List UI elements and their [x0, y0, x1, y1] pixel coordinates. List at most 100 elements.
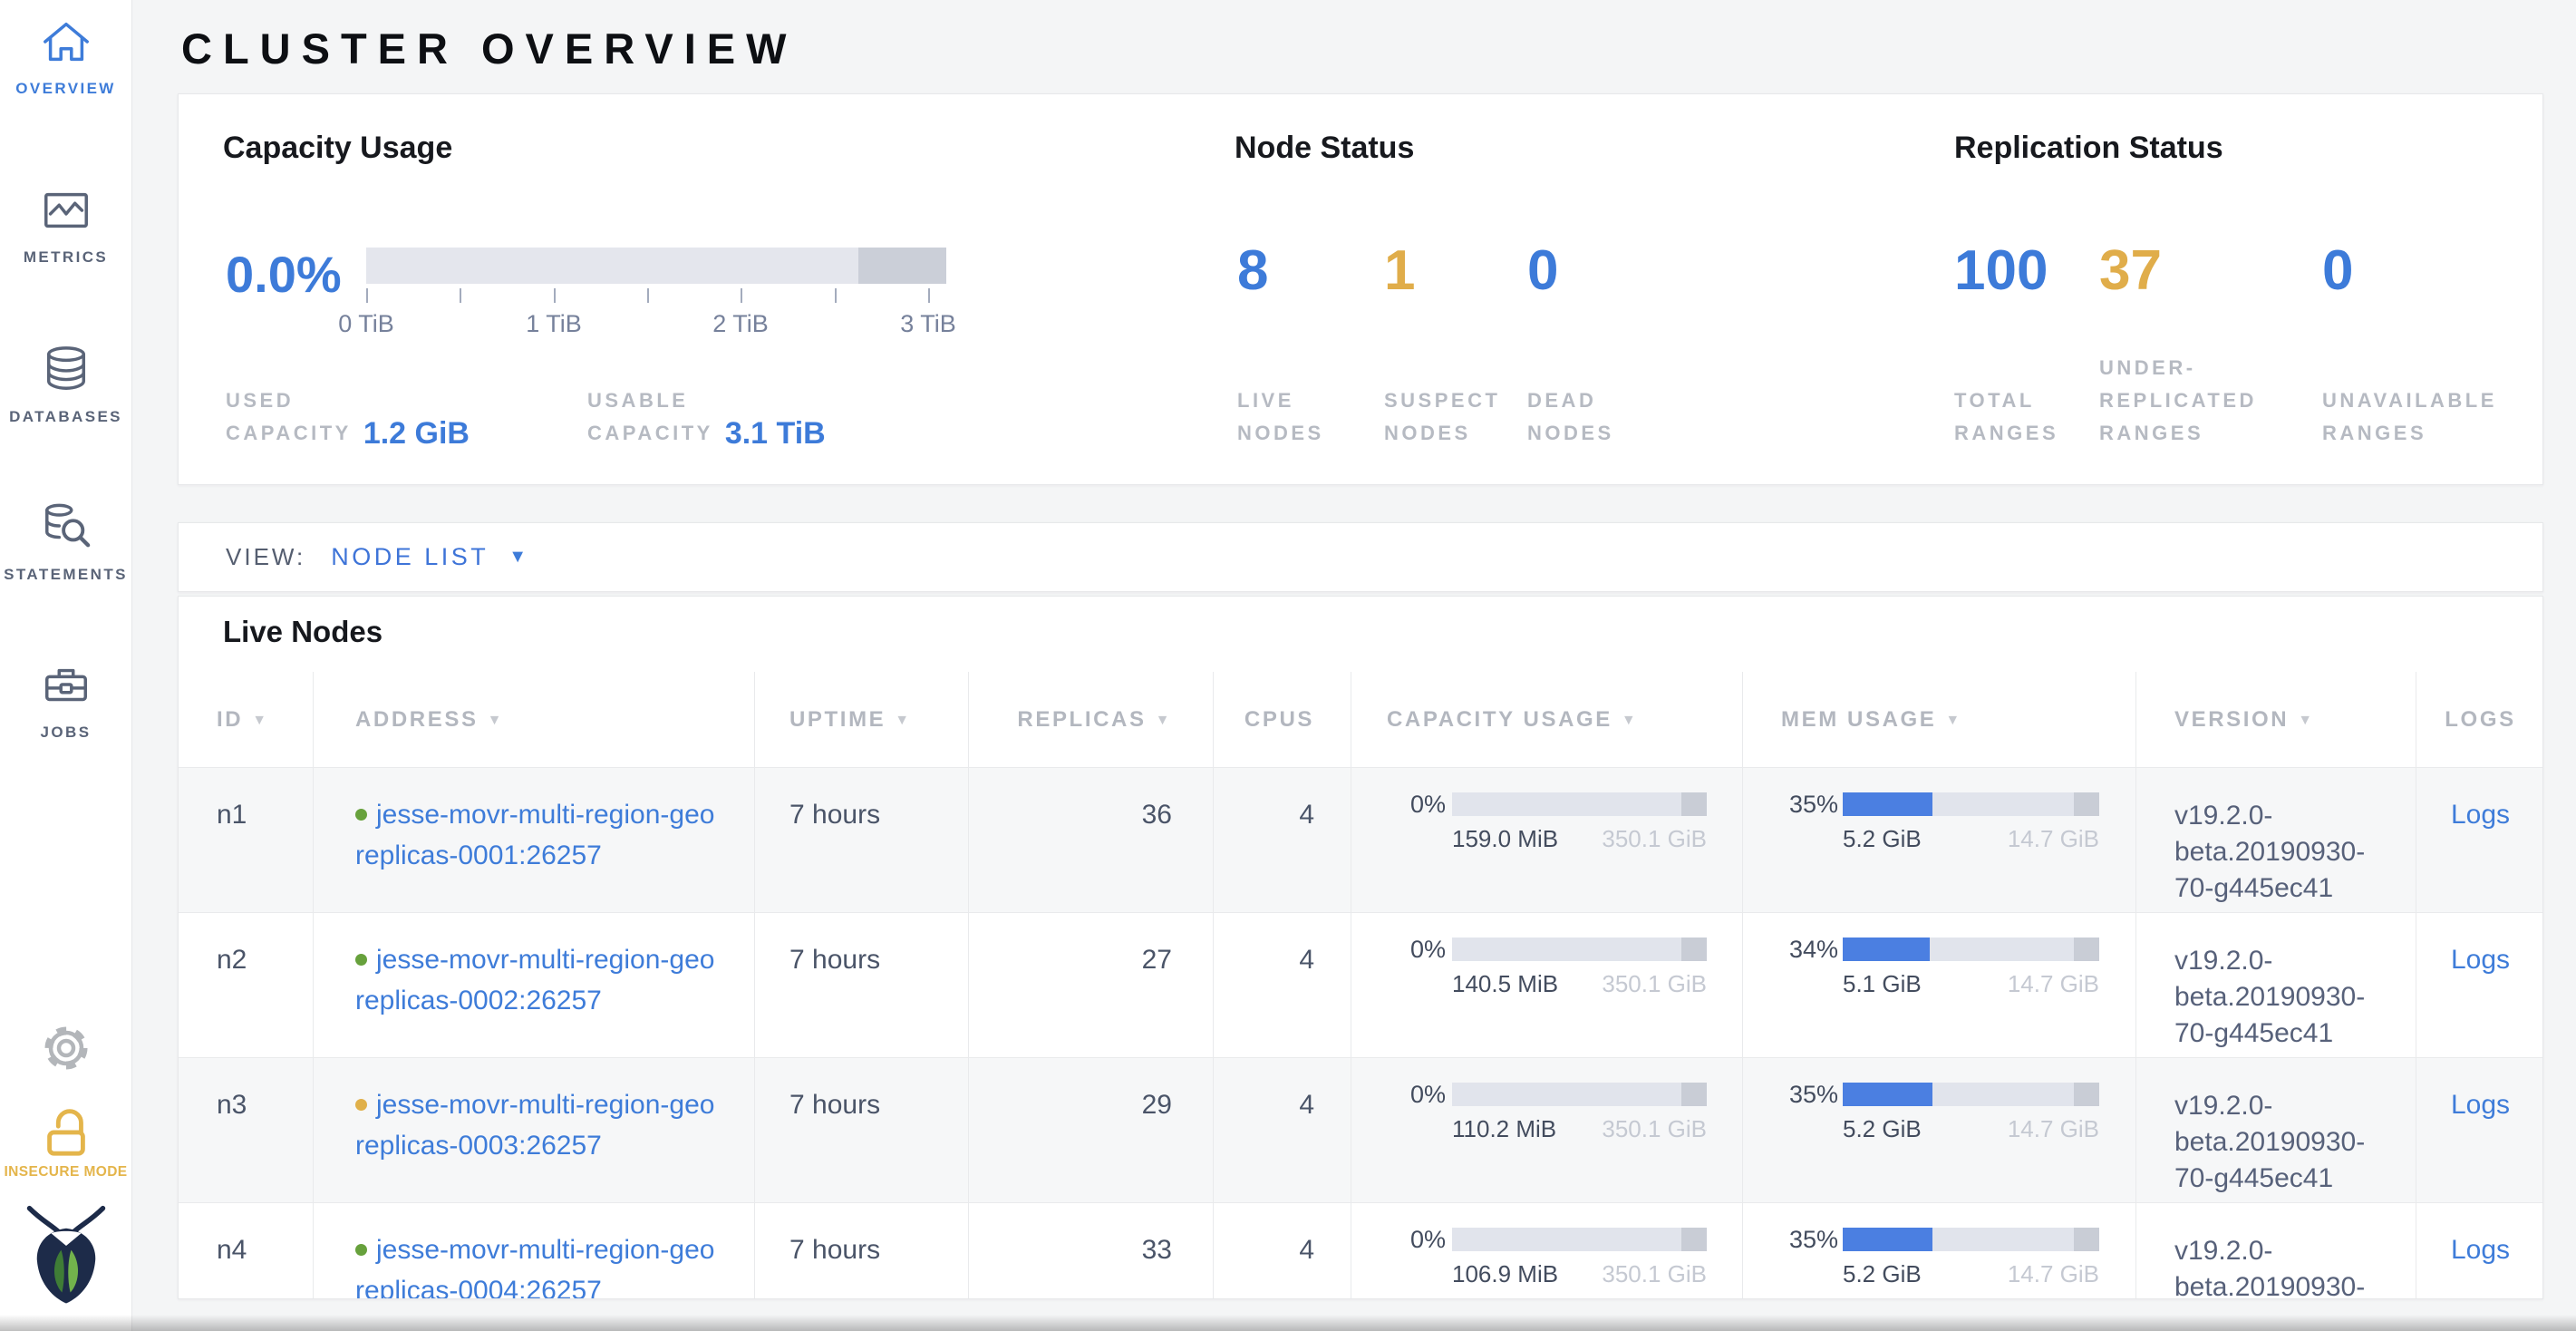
column-header-capacity-usage[interactable]: CAPACITY USAGE▼: [1351, 672, 1743, 767]
node-address-link[interactable]: jesse-movr-multi-region-geo replicas-000…: [355, 1090, 714, 1161]
mem-used: 5.2 GiB: [1843, 824, 1922, 853]
capacity-bar: [366, 248, 946, 284]
unlock-icon: [0, 1103, 131, 1159]
table-row: n1 jesse-movr-multi-region-geo replicas-…: [179, 767, 2543, 912]
status-dot: [355, 954, 367, 966]
used-capacity-value: 1.2 GiB: [363, 416, 470, 452]
logs-link[interactable]: Logs: [2451, 1090, 2510, 1120]
sidebar-item-databases[interactable]: DATABASES: [0, 345, 131, 426]
node-replicas: 33: [969, 1203, 1214, 1299]
column-header-id[interactable]: ID▼: [179, 672, 314, 767]
node-capacity-cell: 0% 140.5 MiB350.1 GiB: [1351, 913, 1743, 1057]
capacity-axis: [366, 288, 946, 303]
insecure-mode-label: INSECURE MODE: [0, 1164, 131, 1180]
node-uptime: 7 hours: [755, 1203, 969, 1299]
status-dot: [355, 1099, 367, 1111]
cluster-summary-card: Capacity Usage 0.0% 0 TiB 1 TiB 2 TiB 3 …: [178, 93, 2543, 485]
capacity-percent: 0%: [1351, 792, 1446, 817]
mem-meter: [1843, 1083, 2099, 1106]
node-uptime: 7 hours: [755, 913, 969, 1057]
mem-meter: [1843, 938, 2099, 961]
node-cpus: 4: [1214, 913, 1351, 1057]
view-selector[interactable]: NODE LIST: [331, 543, 489, 571]
mem-used: 5.2 GiB: [1843, 1114, 1922, 1143]
column-header-replicas[interactable]: REPLICAS▼: [969, 672, 1214, 767]
database-icon: [0, 345, 131, 393]
table-row: n2 jesse-movr-multi-region-geo replicas-…: [179, 912, 2543, 1057]
node-logs-cell: Logs: [2416, 1203, 2543, 1299]
logs-link[interactable]: Logs: [2451, 945, 2510, 975]
suspect-nodes-label: SUSPECT NODES: [1384, 384, 1500, 450]
node-id: n4: [179, 1203, 314, 1299]
node-version-cell: v19.2.0- beta.20190930- 70-g445ec41: [2136, 913, 2416, 1057]
total-ranges-label: TOTAL RANGES: [1954, 384, 2058, 450]
capacity-usage-title: Capacity Usage: [223, 131, 452, 166]
capacity-total: 350.1 GiB: [1602, 824, 1707, 853]
logs-link[interactable]: Logs: [2451, 1235, 2510, 1265]
under-replicated-ranges-count: 37: [2099, 239, 2162, 303]
chevron-down-icon[interactable]: ▼: [508, 547, 527, 568]
capacity-meter: [1452, 792, 1707, 816]
table-row: n4 jesse-movr-multi-region-geo replicas-…: [179, 1202, 2543, 1299]
sidebar-item-statements[interactable]: STATEMENTS: [0, 502, 131, 584]
node-logs-cell: Logs: [2416, 913, 2543, 1057]
suspect-nodes-count: 1: [1384, 239, 1415, 303]
sidebar: OVERVIEW METRICS DATABASES: [0, 0, 132, 1331]
column-header-uptime[interactable]: UPTIME▼: [755, 672, 969, 767]
under-replicated-ranges-label: UNDER- REPLICATED RANGES: [2099, 352, 2257, 450]
live-nodes-label: LIVE NODES: [1237, 384, 1324, 450]
capacity-used: 106.9 MiB: [1452, 1259, 1558, 1288]
live-nodes-count: 8: [1237, 239, 1268, 303]
table-header-row: ID▼ ADDRESS▼ UPTIME▼ REPLICAS▼ CPUS CAPA…: [179, 672, 2543, 767]
table-row: n3 jesse-movr-multi-region-geo replicas-…: [179, 1057, 2543, 1202]
node-address-link[interactable]: jesse-movr-multi-region-geo replicas-000…: [355, 800, 714, 870]
home-icon: [0, 18, 131, 65]
mem-total: 14.7 GiB: [2008, 1114, 2099, 1143]
column-header-cpus: CPUS: [1214, 672, 1351, 767]
insecure-mode-indicator[interactable]: INSECURE MODE: [0, 1103, 131, 1180]
capacity-percent: 0.0%: [226, 245, 342, 304]
logs-link[interactable]: Logs: [2451, 800, 2510, 830]
sidebar-item-overview[interactable]: OVERVIEW: [0, 18, 131, 98]
capacity-meter: [1452, 1228, 1707, 1251]
sort-desc-icon: ▼: [2298, 713, 2314, 728]
column-header-address[interactable]: ADDRESS▼: [314, 672, 755, 767]
node-logs-cell: Logs: [2416, 768, 2543, 912]
usable-capacity-stat: USABLE CAPACITY 3.1 TiB: [587, 384, 826, 450]
view-bar: VIEW: NODE LIST ▼: [178, 522, 2543, 592]
sidebar-item-label: JOBS: [0, 724, 131, 742]
node-capacity-cell: 0% 110.2 MiB350.1 GiB: [1351, 1058, 1743, 1202]
sidebar-item-metrics[interactable]: METRICS: [0, 187, 131, 267]
node-replicas: 27: [969, 913, 1214, 1057]
replication-status-title: Replication Status: [1954, 131, 2223, 166]
node-id: n2: [179, 913, 314, 1057]
column-header-mem-usage[interactable]: MEM USAGE▼: [1743, 672, 2136, 767]
node-cpus: 4: [1214, 768, 1351, 912]
node-version-cell: v19.2.0- beta.20190930- 70-g445ec41: [2136, 768, 2416, 912]
node-status-title: Node Status: [1235, 131, 1414, 166]
status-dot: [355, 1244, 367, 1256]
column-header-version[interactable]: VERSION▼: [2136, 672, 2416, 767]
node-address-cell: jesse-movr-multi-region-geo replicas-000…: [314, 1203, 755, 1299]
sort-desc-icon: ▼: [1622, 713, 1638, 728]
node-version: v19.2.0- beta.20190930- 70-g445ec41: [2174, 1236, 2365, 1299]
node-address-link[interactable]: jesse-movr-multi-region-geo replicas-000…: [355, 945, 714, 1015]
sort-desc-icon: ▼: [895, 713, 911, 728]
mem-percent: 35%: [1743, 792, 1838, 817]
mem-meter: [1843, 1228, 2099, 1251]
node-mem-cell: 35% 5.2 GiB14.7 GiB: [1743, 1058, 2136, 1202]
dead-nodes-count: 0: [1527, 239, 1558, 303]
live-nodes-card: Live Nodes ID▼ ADDRESS▼ UPTIME▼ REPLICAS…: [178, 596, 2543, 1299]
sort-desc-icon: ▼: [488, 713, 504, 728]
mem-total: 14.7 GiB: [2008, 969, 2099, 998]
sidebar-item-label: DATABASES: [0, 408, 131, 426]
node-address-link[interactable]: jesse-movr-multi-region-geo replicas-000…: [355, 1235, 714, 1299]
settings-button[interactable]: [0, 1021, 131, 1075]
capacity-meter: [1452, 1083, 1707, 1106]
capacity-bar-reserved: [858, 248, 946, 284]
used-capacity-label: USED CAPACITY: [226, 384, 352, 450]
node-id: n1: [179, 768, 314, 912]
axis-tick-label: 2 TiB: [677, 310, 804, 338]
sidebar-item-jobs[interactable]: JOBS: [0, 662, 131, 742]
sidebar-item-label: STATEMENTS: [0, 566, 131, 584]
